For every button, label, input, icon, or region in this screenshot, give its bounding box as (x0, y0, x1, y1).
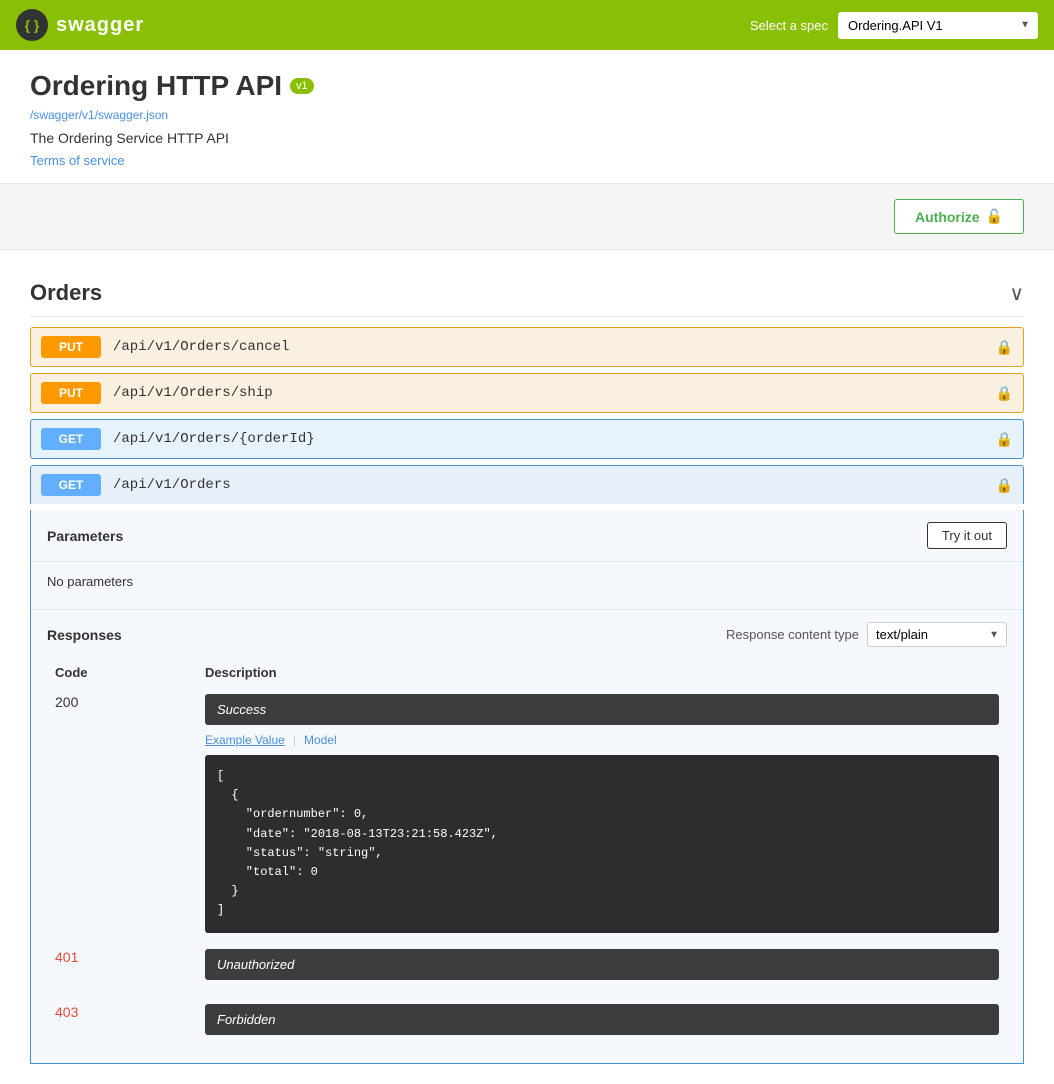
no-params: No parameters (31, 562, 1023, 609)
response-code-200: 200 (55, 694, 78, 710)
col-code: Code (47, 659, 197, 686)
logo-text: swagger (56, 14, 144, 37)
response-code-401: 401 (55, 949, 78, 965)
orders-section: Orders ∨ PUT /api/v1/Orders/cancel 🔒 PUT… (30, 270, 1024, 1064)
logo: { } swagger (16, 9, 144, 41)
response-code-403: 403 (55, 1004, 78, 1020)
response-desc-success: Success (205, 694, 999, 725)
orders-header[interactable]: Orders ∨ (30, 270, 1024, 317)
responses-title: Responses (47, 627, 122, 643)
endpoint-lock-icon: 🔒 (996, 385, 1013, 402)
endpoint-path: /api/v1/Orders/{orderId} (113, 431, 996, 447)
response-content-type-wrapper: Response content type text/plain applica… (726, 622, 1007, 647)
spec-select-wrapper[interactable]: Ordering.API V1 (838, 12, 1038, 39)
example-value-tab[interactable]: Example Value (205, 733, 285, 747)
responses-section: Responses Response content type text/pla… (31, 609, 1023, 1063)
endpoint-get-orderid[interactable]: GET /api/v1/Orders/{orderId} 🔒 (30, 419, 1024, 459)
response-desc-401: Unauthorized (205, 949, 999, 980)
select-spec-label: Select a spec (750, 18, 828, 33)
response-table: Code Description 200 Success Example Va (47, 659, 1007, 1051)
endpoint-path: /api/v1/Orders/cancel (113, 339, 996, 355)
authorize-button[interactable]: Authorize 🔓 (894, 199, 1024, 234)
orders-title: Orders (30, 280, 102, 306)
example-value-tabs: Example Value | Model (205, 733, 999, 747)
section-divider (0, 249, 1054, 250)
table-row: 401 Unauthorized (47, 941, 1007, 996)
endpoint-lock-icon: 🔒 (996, 477, 1013, 494)
method-badge-get: GET (41, 428, 101, 450)
table-row: 403 Forbidden (47, 996, 1007, 1051)
collapse-icon[interactable]: ∨ (1009, 281, 1024, 306)
model-tab[interactable]: Model (304, 733, 337, 747)
try-it-button[interactable]: Try it out (927, 522, 1007, 549)
col-description: Description (197, 659, 1007, 686)
response-desc-403: Forbidden (205, 1004, 999, 1035)
lock-icon: 🔓 (986, 208, 1003, 225)
method-badge-get: GET (41, 474, 101, 496)
endpoint-path: /api/v1/Orders/ship (113, 385, 996, 401)
content-type-select-wrapper[interactable]: text/plain application/json (867, 622, 1007, 647)
method-badge-put: PUT (41, 336, 101, 358)
api-description: The Ordering Service HTTP API (30, 130, 1024, 146)
table-row: 200 Success Example Value | Model [ { "o… (47, 686, 1007, 941)
code-block-200: [ { "ordernumber": 0, "date": "2018-08-1… (205, 755, 999, 933)
endpoint-get-orders[interactable]: GET /api/v1/Orders 🔒 (30, 465, 1024, 504)
params-section: Parameters Try it out (31, 510, 1023, 562)
header: { } swagger Select a spec Ordering.API V… (0, 0, 1054, 50)
api-title-text: Ordering HTTP API (30, 70, 282, 102)
endpoint-put-ship[interactable]: PUT /api/v1/Orders/ship 🔒 (30, 373, 1024, 413)
endpoint-details: Parameters Try it out No parameters Resp… (30, 510, 1024, 1064)
terms-of-service-link[interactable]: Terms of service (30, 153, 125, 168)
no-params-text: No parameters (47, 574, 133, 589)
swagger-icon: { } (16, 9, 48, 41)
params-title: Parameters (47, 528, 123, 544)
api-spec-link[interactable]: /swagger/v1/swagger.json (30, 108, 1024, 122)
endpoint-path: /api/v1/Orders (113, 477, 996, 493)
logo-symbol: { } (25, 17, 40, 33)
authorize-section: Authorize 🔓 (0, 183, 1054, 249)
responses-header: Responses Response content type text/pla… (47, 622, 1007, 647)
response-content-type-label: Response content type (726, 627, 859, 642)
api-title: Ordering HTTP API v1 (30, 70, 1024, 102)
content-type-select[interactable]: text/plain application/json (867, 622, 1007, 647)
endpoint-put-cancel[interactable]: PUT /api/v1/Orders/cancel 🔒 (30, 327, 1024, 367)
method-badge-put: PUT (41, 382, 101, 404)
authorize-button-label: Authorize (915, 209, 980, 225)
endpoint-lock-icon: 🔒 (996, 339, 1013, 356)
api-version-badge: v1 (290, 78, 314, 94)
api-info: Ordering HTTP API v1 /swagger/v1/swagger… (0, 50, 1054, 183)
endpoint-lock-icon: 🔒 (996, 431, 1013, 448)
header-right: Select a spec Ordering.API V1 (750, 12, 1038, 39)
spec-select[interactable]: Ordering.API V1 (838, 12, 1038, 39)
